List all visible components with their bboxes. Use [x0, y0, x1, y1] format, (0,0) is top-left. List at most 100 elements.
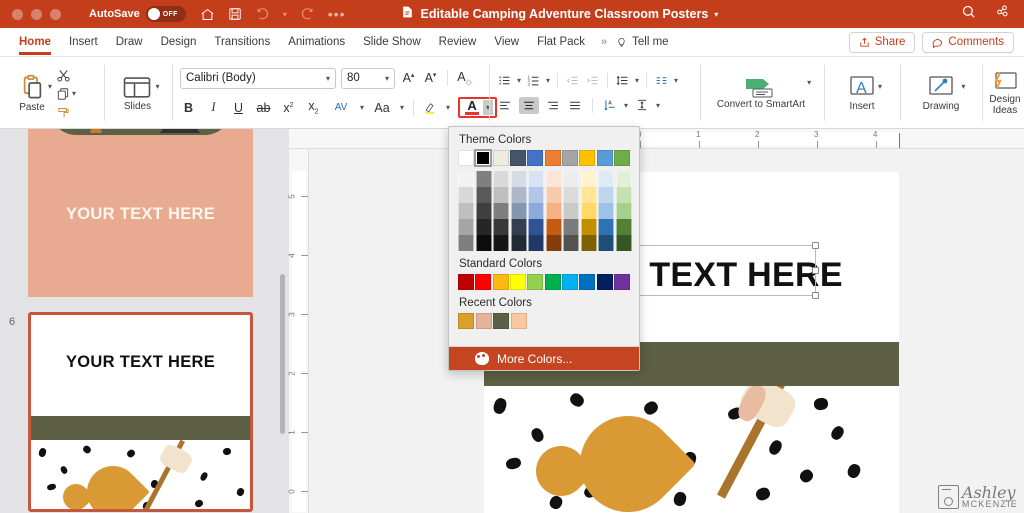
standard-color-swatch-5[interactable] — [544, 274, 561, 290]
strikethrough-button[interactable]: ab — [255, 101, 272, 115]
theme-variant-swatch-1-2[interactable] — [475, 203, 492, 219]
theme-variant-swatch-4-1[interactable] — [528, 187, 544, 203]
font-color-button[interactable]: A — [462, 99, 482, 116]
resize-handle-right[interactable] — [812, 267, 819, 274]
theme-color-swatch-8[interactable] — [596, 150, 613, 166]
align-text-icon[interactable] — [634, 98, 650, 112]
theme-variant-column-1[interactable] — [475, 171, 492, 251]
home-icon[interactable] — [200, 7, 215, 22]
drawing-icon[interactable] — [927, 75, 955, 101]
recent-color-swatch-2[interactable] — [493, 313, 509, 329]
theme-color-swatch-2[interactable] — [492, 150, 509, 166]
theme-variant-swatch-5-4[interactable] — [545, 235, 562, 251]
theme-variant-column-5[interactable] — [545, 171, 562, 251]
theme-variant-swatch-8-0[interactable] — [598, 171, 614, 187]
theme-color-swatch-9[interactable] — [614, 150, 630, 166]
theme-color-swatch-3[interactable] — [510, 150, 526, 166]
theme-variant-swatch-5-1[interactable] — [545, 187, 562, 203]
shrink-font-button[interactable]: A▾ — [422, 71, 439, 85]
italic-button[interactable]: I — [205, 100, 222, 115]
columns-chevron-down-icon[interactable]: ▾ — [674, 76, 678, 85]
change-case-button[interactable]: Aa — [372, 101, 392, 115]
theme-color-swatch-4[interactable] — [527, 150, 544, 166]
theme-variant-swatch-0-3[interactable] — [458, 219, 474, 235]
theme-variant-swatch-2-1[interactable] — [493, 187, 509, 203]
tab-flat-pack[interactable]: Flat Pack — [528, 28, 594, 57]
slide-panel-scrollbar[interactable] — [280, 274, 285, 434]
standard-color-swatch-4[interactable] — [527, 274, 544, 290]
new-slide-icon[interactable] — [122, 75, 152, 101]
undo-icon[interactable] — [255, 7, 270, 22]
recent-color-swatch-0[interactable] — [458, 313, 474, 329]
theme-variant-swatch-1-0[interactable] — [475, 171, 492, 187]
autosave-control[interactable]: AutoSave OFF — [89, 6, 186, 22]
theme-variant-column-4[interactable] — [528, 171, 544, 251]
theme-variant-swatch-1-4[interactable] — [475, 235, 492, 251]
align-text-chevron-down-icon[interactable]: ▾ — [656, 101, 660, 110]
theme-variant-swatch-7-2[interactable] — [580, 203, 597, 219]
slide-thumbnail-6[interactable]: YOUR TEXT HERE 6 — [9, 312, 253, 512]
align-center-button[interactable] — [519, 96, 539, 114]
bold-button[interactable]: B — [180, 101, 197, 115]
theme-variant-column-8[interactable] — [598, 171, 614, 251]
font-name-input[interactable]: Calibri (Body) ▾ — [180, 67, 336, 89]
theme-variant-swatch-3-0[interactable] — [510, 171, 527, 187]
cut-icon[interactable] — [56, 68, 71, 83]
theme-variant-swatch-8-3[interactable] — [598, 219, 614, 235]
theme-variant-swatch-3-3[interactable] — [510, 219, 527, 235]
theme-variant-swatch-5-0[interactable] — [545, 171, 562, 187]
theme-variant-swatch-7-3[interactable] — [580, 219, 597, 235]
theme-variant-swatch-5-3[interactable] — [545, 219, 562, 235]
line-spacing-chevron-down-icon[interactable]: ▾ — [635, 76, 639, 85]
standard-color-swatch-7[interactable] — [579, 274, 596, 290]
theme-variant-swatch-6-1[interactable] — [563, 187, 579, 203]
theme-variant-swatch-0-1[interactable] — [458, 187, 474, 203]
more-colors-button[interactable]: More Colors... — [449, 346, 639, 370]
theme-variant-swatch-5-2[interactable] — [545, 203, 562, 219]
subscript-button[interactable]: x2 — [305, 99, 322, 116]
theme-variant-swatch-3-1[interactable] — [510, 187, 527, 203]
character-spacing-button[interactable]: AV — [330, 102, 352, 113]
theme-variant-swatch-4-4[interactable] — [528, 235, 544, 251]
theme-color-swatch-0[interactable] — [458, 150, 474, 166]
insert-shape-icon[interactable]: A — [848, 75, 876, 101]
theme-variant-swatch-2-3[interactable] — [493, 219, 509, 235]
collaborators-icon[interactable] — [994, 4, 1010, 24]
maximize-button[interactable] — [50, 8, 61, 20]
char-spacing-chevron-down-icon[interactable]: ▾ — [360, 103, 364, 112]
undo-chevron-down-icon[interactable]: ▾ — [283, 10, 287, 19]
theme-variant-swatch-1-1[interactable] — [475, 187, 492, 203]
tab-home[interactable]: Home — [10, 28, 60, 57]
standard-color-swatch-6[interactable] — [562, 274, 578, 290]
align-right-icon[interactable] — [545, 99, 561, 112]
bullet-chevron-down-icon[interactable]: ▾ — [517, 76, 521, 85]
search-icon[interactable] — [961, 4, 976, 24]
theme-variant-swatch-7-1[interactable] — [580, 187, 597, 203]
paste-icon[interactable] — [19, 73, 46, 102]
standard-color-swatch-0[interactable] — [458, 274, 474, 290]
theme-variant-swatch-7-4[interactable] — [580, 235, 597, 251]
theme-colors-variants[interactable] — [449, 171, 639, 251]
standard-colors-row[interactable] — [449, 274, 639, 290]
autosave-toggle[interactable]: OFF — [145, 6, 186, 22]
theme-variant-swatch-0-2[interactable] — [458, 203, 474, 219]
theme-variant-swatch-8-4[interactable] — [598, 235, 614, 251]
tab-animations[interactable]: Animations — [279, 28, 354, 57]
theme-variant-swatch-3-2[interactable] — [510, 203, 527, 219]
resize-handle-bottom-right[interactable] — [812, 292, 819, 299]
theme-variant-column-7[interactable] — [580, 171, 597, 251]
theme-color-swatch-1[interactable] — [474, 149, 493, 167]
more-icon[interactable]: ••• — [328, 6, 346, 22]
line-spacing-icon[interactable] — [615, 74, 630, 87]
window-controls[interactable] — [0, 8, 61, 20]
theme-colors-top-row[interactable] — [449, 149, 639, 167]
paste-chevron-down-icon[interactable]: ▾ — [48, 82, 52, 91]
theme-variant-swatch-8-2[interactable] — [598, 203, 614, 219]
standard-color-swatch-2[interactable] — [492, 274, 509, 290]
theme-color-swatch-7[interactable] — [579, 150, 596, 166]
design-ideas-icon[interactable] — [991, 70, 1019, 94]
tab-slide-show[interactable]: Slide Show — [354, 28, 430, 57]
copy-icon[interactable] — [56, 87, 70, 101]
title-chevron-down-icon[interactable]: ▾ — [714, 10, 718, 19]
theme-variant-swatch-6-3[interactable] — [563, 219, 579, 235]
